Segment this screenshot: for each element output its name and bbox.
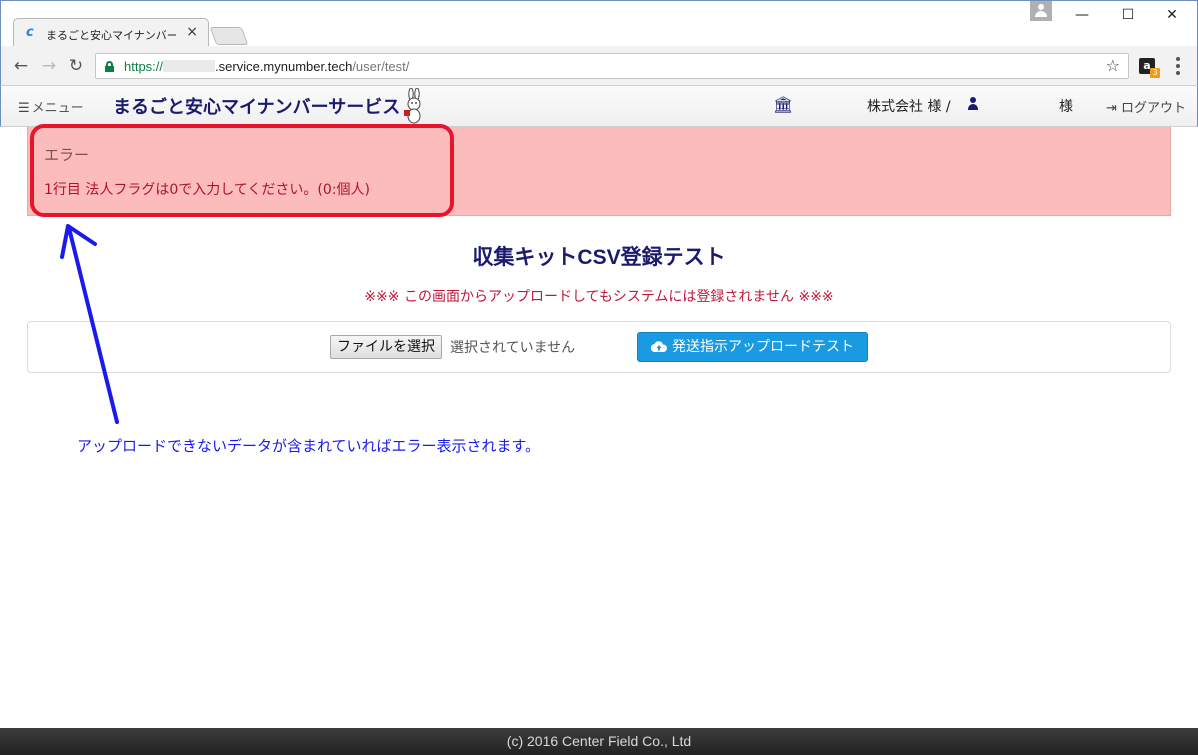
logout-icon: ⇥	[1106, 101, 1117, 116]
bookmark-star-icon[interactable]: ☆	[1106, 57, 1120, 75]
address-bar[interactable]: https://.service.mynumber.tech/user/test…	[95, 53, 1129, 79]
building-icon: 🏛	[773, 95, 794, 114]
url-text[interactable]: https://.service.mynumber.tech/user/test…	[124, 59, 409, 74]
lock-icon	[105, 61, 114, 72]
page-title: 収集キットCSV登録テスト	[472, 246, 726, 269]
red-highlight-annotation	[30, 124, 454, 217]
upload-test-button[interactable]: 発送指示アップロードテスト	[637, 332, 868, 362]
maximize-button[interactable]: ☐	[1118, 5, 1138, 25]
browser-titlebar: c まるごと安心マイナンバー × — ☐ ✕	[0, 0, 1198, 48]
user-name: 様	[1059, 99, 1073, 115]
cloud-upload-icon	[651, 341, 667, 352]
logout-label: ログアウト	[1121, 101, 1187, 116]
tab-title: まるごと安心マイナンバー	[46, 29, 176, 42]
footer-copyright: (c) 2016 Center Field Co., Ltd	[506, 733, 692, 749]
rabbit-mascot-icon	[404, 88, 421, 124]
company-name: 株式会社 様 /	[867, 99, 951, 115]
hamburger-icon: ☰	[18, 101, 30, 116]
menu-button[interactable]: ☰ メニュー	[18, 97, 84, 116]
reload-icon[interactable]: ↻	[66, 56, 86, 76]
new-tab-button[interactable]	[209, 27, 249, 45]
forward-icon[interactable]: →	[39, 56, 59, 76]
choose-file-button[interactable]: ファイルを選択	[330, 335, 442, 359]
app-header: ☰ メニュー まるごと安心マイナンバーサービス 🏛 株式会社 様 / 様 ⇥ ログ…	[0, 86, 1198, 127]
upload-button-label: 発送指示アップロードテスト	[672, 339, 854, 355]
warning-note: ※※※ この画面からアップロードしてもシステムには登録されません ※※※	[364, 289, 834, 305]
browser-toolbar: ← → ↻ https://.service.mynumber.tech/use…	[0, 46, 1198, 86]
footer: (c) 2016 Center Field Co., Ltd	[0, 728, 1198, 755]
logout-link[interactable]: ⇥ ログアウト	[1106, 97, 1186, 116]
profile-icon[interactable]	[1030, 1, 1052, 21]
brand-title[interactable]: まるごと安心マイナンバーサービス	[113, 93, 400, 119]
file-status-text: 選択されていません	[450, 340, 576, 356]
window-close-button[interactable]: ✕	[1162, 5, 1182, 25]
annotation-text: アップロードできないデータが含まれていればエラー表示されます。	[77, 437, 541, 455]
browser-menu-icon[interactable]	[1176, 57, 1180, 75]
menu-label: メニュー	[31, 101, 84, 116]
minimize-button[interactable]: —	[1072, 5, 1092, 25]
back-icon[interactable]: ←	[11, 56, 31, 76]
tab-close-icon[interactable]: ×	[186, 24, 198, 40]
user-icon	[967, 96, 979, 112]
upload-panel: ファイルを選択 選択されていません 発送指示アップロードテスト	[27, 321, 1171, 373]
site-favicon-icon: c	[26, 25, 34, 40]
browser-tab[interactable]: c まるごと安心マイナンバー ×	[13, 18, 209, 48]
extension-badge: 3	[1150, 68, 1160, 78]
